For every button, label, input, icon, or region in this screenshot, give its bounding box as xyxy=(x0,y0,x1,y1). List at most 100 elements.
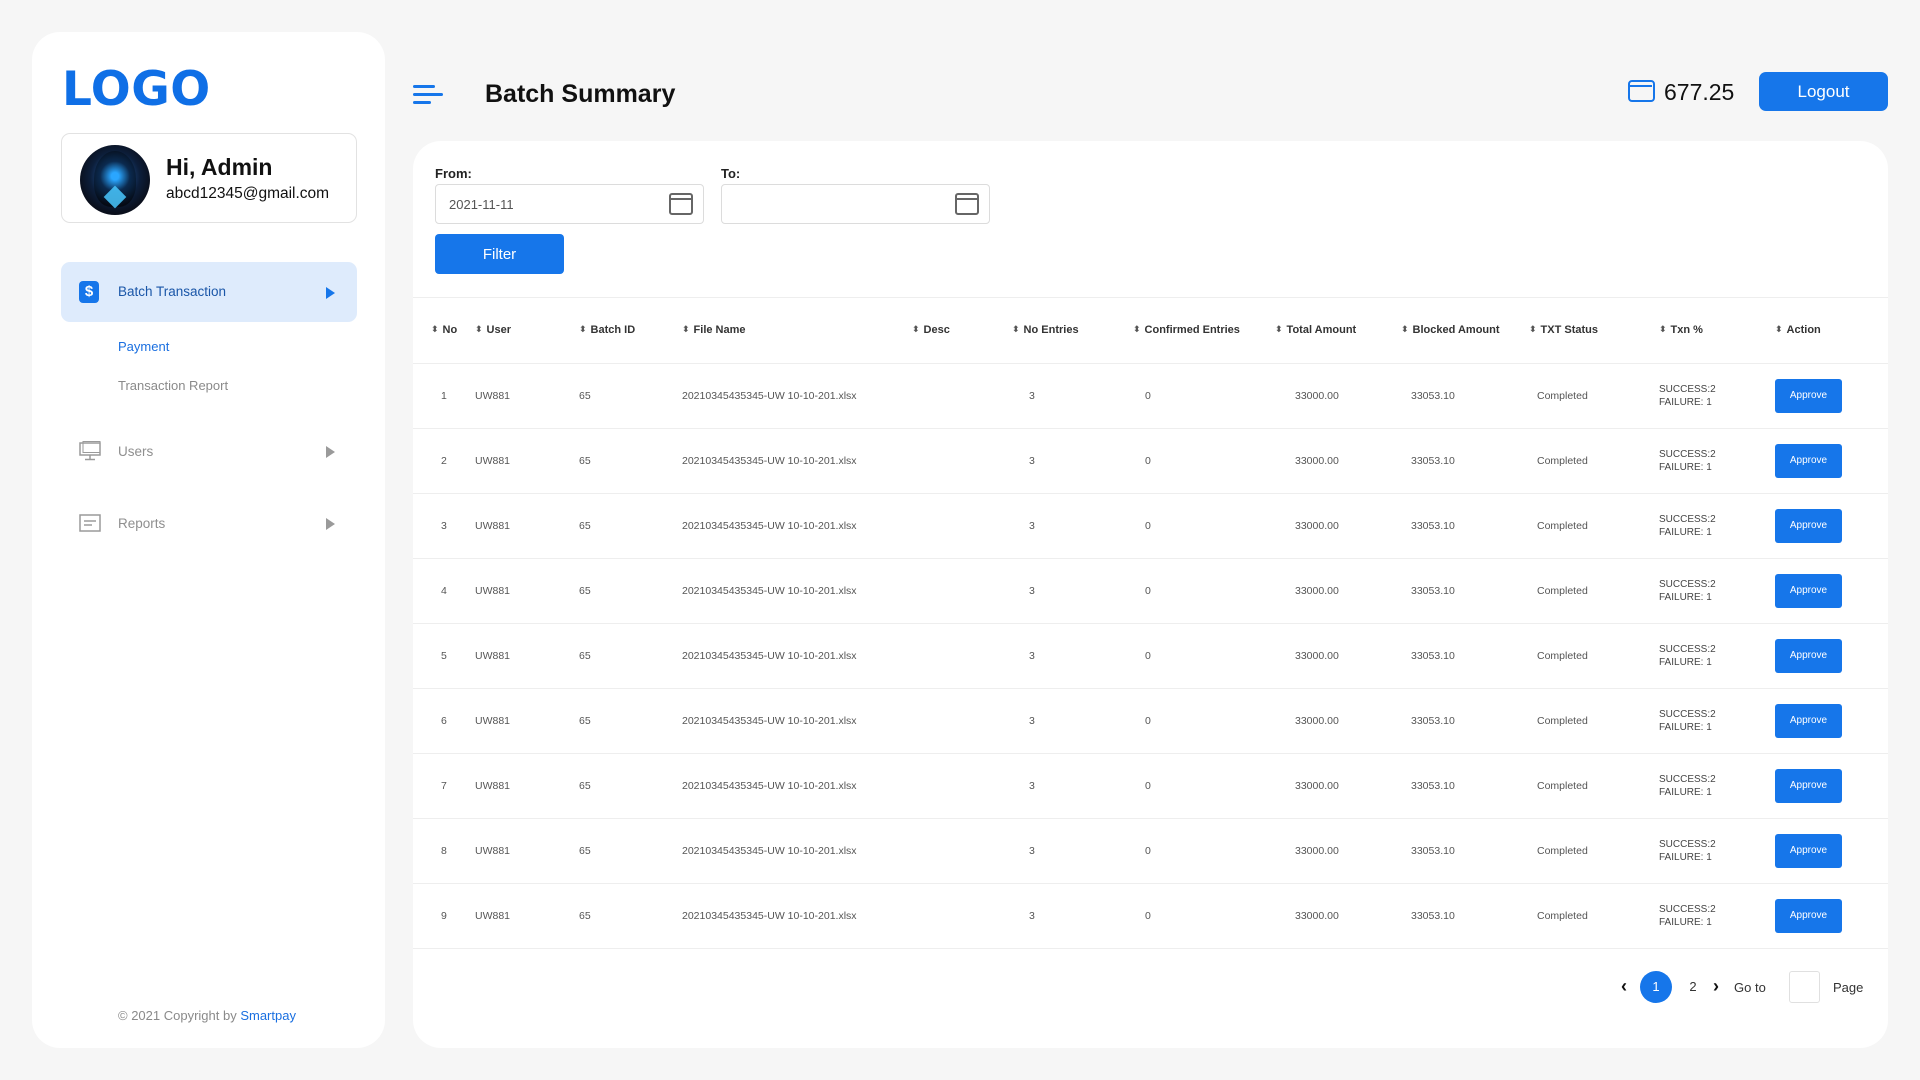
txn-success: SUCCESS:2 xyxy=(1659,903,1716,915)
cell-confirmed: 0 xyxy=(1133,363,1275,429)
approve-button[interactable]: Approve xyxy=(1775,703,1842,738)
sort-icon[interactable]: ⬍ xyxy=(579,324,587,335)
cell-no: 9 xyxy=(413,883,463,949)
cell-blocked: 33053.10 xyxy=(1401,363,1529,429)
column-header[interactable]: ⬍ No xyxy=(413,298,463,364)
copyright-brand-link[interactable]: Smartpay xyxy=(240,1008,296,1023)
column-header-label: TXT Status xyxy=(1540,324,1598,337)
approve-button[interactable]: Approve xyxy=(1775,573,1842,608)
sort-icon[interactable]: ⬍ xyxy=(1275,324,1283,335)
table-row: 6 UW881 65 20210345435345-UW 10-10-201.xlsx… xyxy=(413,688,1888,754)
column-header[interactable]: ⬍ Confirmed Entries xyxy=(1133,298,1275,364)
cell-confirmed: 0 xyxy=(1133,688,1275,754)
approve-button[interactable]: Approve xyxy=(1775,898,1842,933)
approve-button[interactable]: Approve xyxy=(1775,833,1842,868)
cell-user: UW881 xyxy=(463,818,569,884)
cell-no: 4 xyxy=(413,558,463,624)
column-header-label: Desc xyxy=(923,324,950,337)
cell-confirmed: 0 xyxy=(1133,493,1275,559)
sidebar-item-reports[interactable]: Reports xyxy=(61,504,357,544)
column-header[interactable]: ⬍ User xyxy=(463,298,569,364)
sort-icon[interactable]: ⬍ xyxy=(1775,324,1783,335)
sidebar-item-batch-transaction[interactable]: $ Batch Transaction xyxy=(61,262,357,322)
cell-user: UW881 xyxy=(463,753,569,819)
cell-status: Completed xyxy=(1529,623,1659,689)
cell-no: 2 xyxy=(413,428,463,494)
cell-user: UW881 xyxy=(463,883,569,949)
column-header[interactable]: ⬍ Blocked Amount xyxy=(1401,298,1529,364)
sidebar-item-label: Users xyxy=(118,444,154,459)
cell-desc xyxy=(912,883,1012,949)
wallet-balance: 677.25 xyxy=(1664,79,1735,105)
sort-icon[interactable]: ⬍ xyxy=(475,324,483,335)
txn-failure: FAILURE: 1 xyxy=(1659,591,1712,603)
cell-status: Completed xyxy=(1529,363,1659,429)
approve-button[interactable]: Approve xyxy=(1775,638,1842,673)
sidebar-item-users[interactable]: Users xyxy=(61,432,357,472)
sort-icon[interactable]: ⬍ xyxy=(1133,324,1141,335)
page-2-button[interactable]: 2 xyxy=(1681,971,1705,1003)
sort-icon[interactable]: ⬍ xyxy=(912,324,920,335)
cell-status: Completed xyxy=(1529,883,1659,949)
chevron-left-icon[interactable]: ‹ xyxy=(1621,977,1631,995)
column-header[interactable]: ⬍ File Name xyxy=(674,298,912,364)
approve-button[interactable]: Approve xyxy=(1775,768,1842,803)
column-header-label: User xyxy=(486,324,512,337)
txn-success: SUCCESS:2 xyxy=(1659,578,1716,590)
sort-icon[interactable]: ⬍ xyxy=(431,324,439,335)
chevron-right-icon xyxy=(326,287,335,299)
sidebar-subitem-payment[interactable]: Payment xyxy=(118,339,169,354)
cell-txn-percent: SUCCESS:2 FAILURE: 1 xyxy=(1659,558,1775,624)
report-icon xyxy=(79,514,101,532)
cell-blocked: 33053.10 xyxy=(1401,428,1529,494)
sort-icon[interactable]: ⬍ xyxy=(1659,324,1667,335)
menu-toggle-icon[interactable] xyxy=(413,83,445,107)
filter-button[interactable]: Filter xyxy=(435,234,564,274)
txn-failure: FAILURE: 1 xyxy=(1659,851,1712,863)
column-header[interactable]: ⬍ Txn % xyxy=(1659,298,1775,364)
column-header[interactable]: ⬍ No Entries xyxy=(1012,298,1133,364)
column-header[interactable]: ⬍ Desc xyxy=(912,298,1012,364)
cell-txn-percent: SUCCESS:2 FAILURE: 1 xyxy=(1659,883,1775,949)
cell-batch-id: 65 xyxy=(569,883,674,949)
approve-button[interactable]: Approve xyxy=(1775,443,1842,478)
logout-button[interactable]: Logout xyxy=(1759,72,1888,111)
txn-failure: FAILURE: 1 xyxy=(1659,721,1712,733)
from-date-field[interactable]: 2021-11-11 xyxy=(435,184,704,224)
cell-action: Approve xyxy=(1775,493,1888,559)
copyright-text: © 2021 Copyright by xyxy=(118,1008,237,1023)
pagination: ‹ 1 2 › Go to Page xyxy=(1621,971,1864,1003)
txn-failure: FAILURE: 1 xyxy=(1659,461,1712,473)
cell-batch-id: 65 xyxy=(569,688,674,754)
logo: LOGO xyxy=(62,62,211,117)
page-1-button[interactable]: 1 xyxy=(1640,971,1672,1003)
goto-page-input[interactable] xyxy=(1789,971,1820,1003)
cell-confirmed: 0 xyxy=(1133,753,1275,819)
column-header[interactable]: ⬍ TXT Status xyxy=(1529,298,1659,364)
approve-button[interactable]: Approve xyxy=(1775,378,1842,413)
calendar-icon[interactable] xyxy=(669,193,693,215)
txn-failure: FAILURE: 1 xyxy=(1659,916,1712,928)
column-header[interactable]: ⬍ Batch ID xyxy=(569,298,674,364)
cell-file-name: 20210345435345-UW 10-10-201.xlsx xyxy=(674,428,912,494)
column-header[interactable]: ⬍ Action xyxy=(1775,298,1888,364)
chevron-right-icon[interactable]: › xyxy=(1713,977,1723,995)
sidebar-subitem-transaction-report[interactable]: Transaction Report xyxy=(118,378,228,393)
sort-icon[interactable]: ⬍ xyxy=(1529,324,1537,335)
approve-button[interactable]: Approve xyxy=(1775,508,1842,543)
column-header[interactable]: ⬍ Total Amount xyxy=(1275,298,1401,364)
cell-file-name: 20210345435345-UW 10-10-201.xlsx xyxy=(674,623,912,689)
calendar-icon[interactable] xyxy=(955,193,979,215)
sort-icon[interactable]: ⬍ xyxy=(682,324,690,335)
column-header-label: Action xyxy=(1786,324,1821,337)
sidebar-item-label: Batch Transaction xyxy=(118,284,227,299)
to-date-field[interactable] xyxy=(721,184,990,224)
dollar-icon: $ xyxy=(79,281,99,303)
sort-icon[interactable]: ⬍ xyxy=(1401,324,1409,335)
cell-action: Approve xyxy=(1775,753,1888,819)
table-header-row: ⬍ No ⬍ User ⬍ Batch ID ⬍ File Name ⬍ Desc ⬍ No Entr… xyxy=(413,298,1888,364)
cell-file-name: 20210345435345-UW 10-10-201.xlsx xyxy=(674,883,912,949)
sort-icon[interactable]: ⬍ xyxy=(1012,324,1020,335)
cell-user: UW881 xyxy=(463,688,569,754)
page-label: Page xyxy=(1833,980,1864,995)
